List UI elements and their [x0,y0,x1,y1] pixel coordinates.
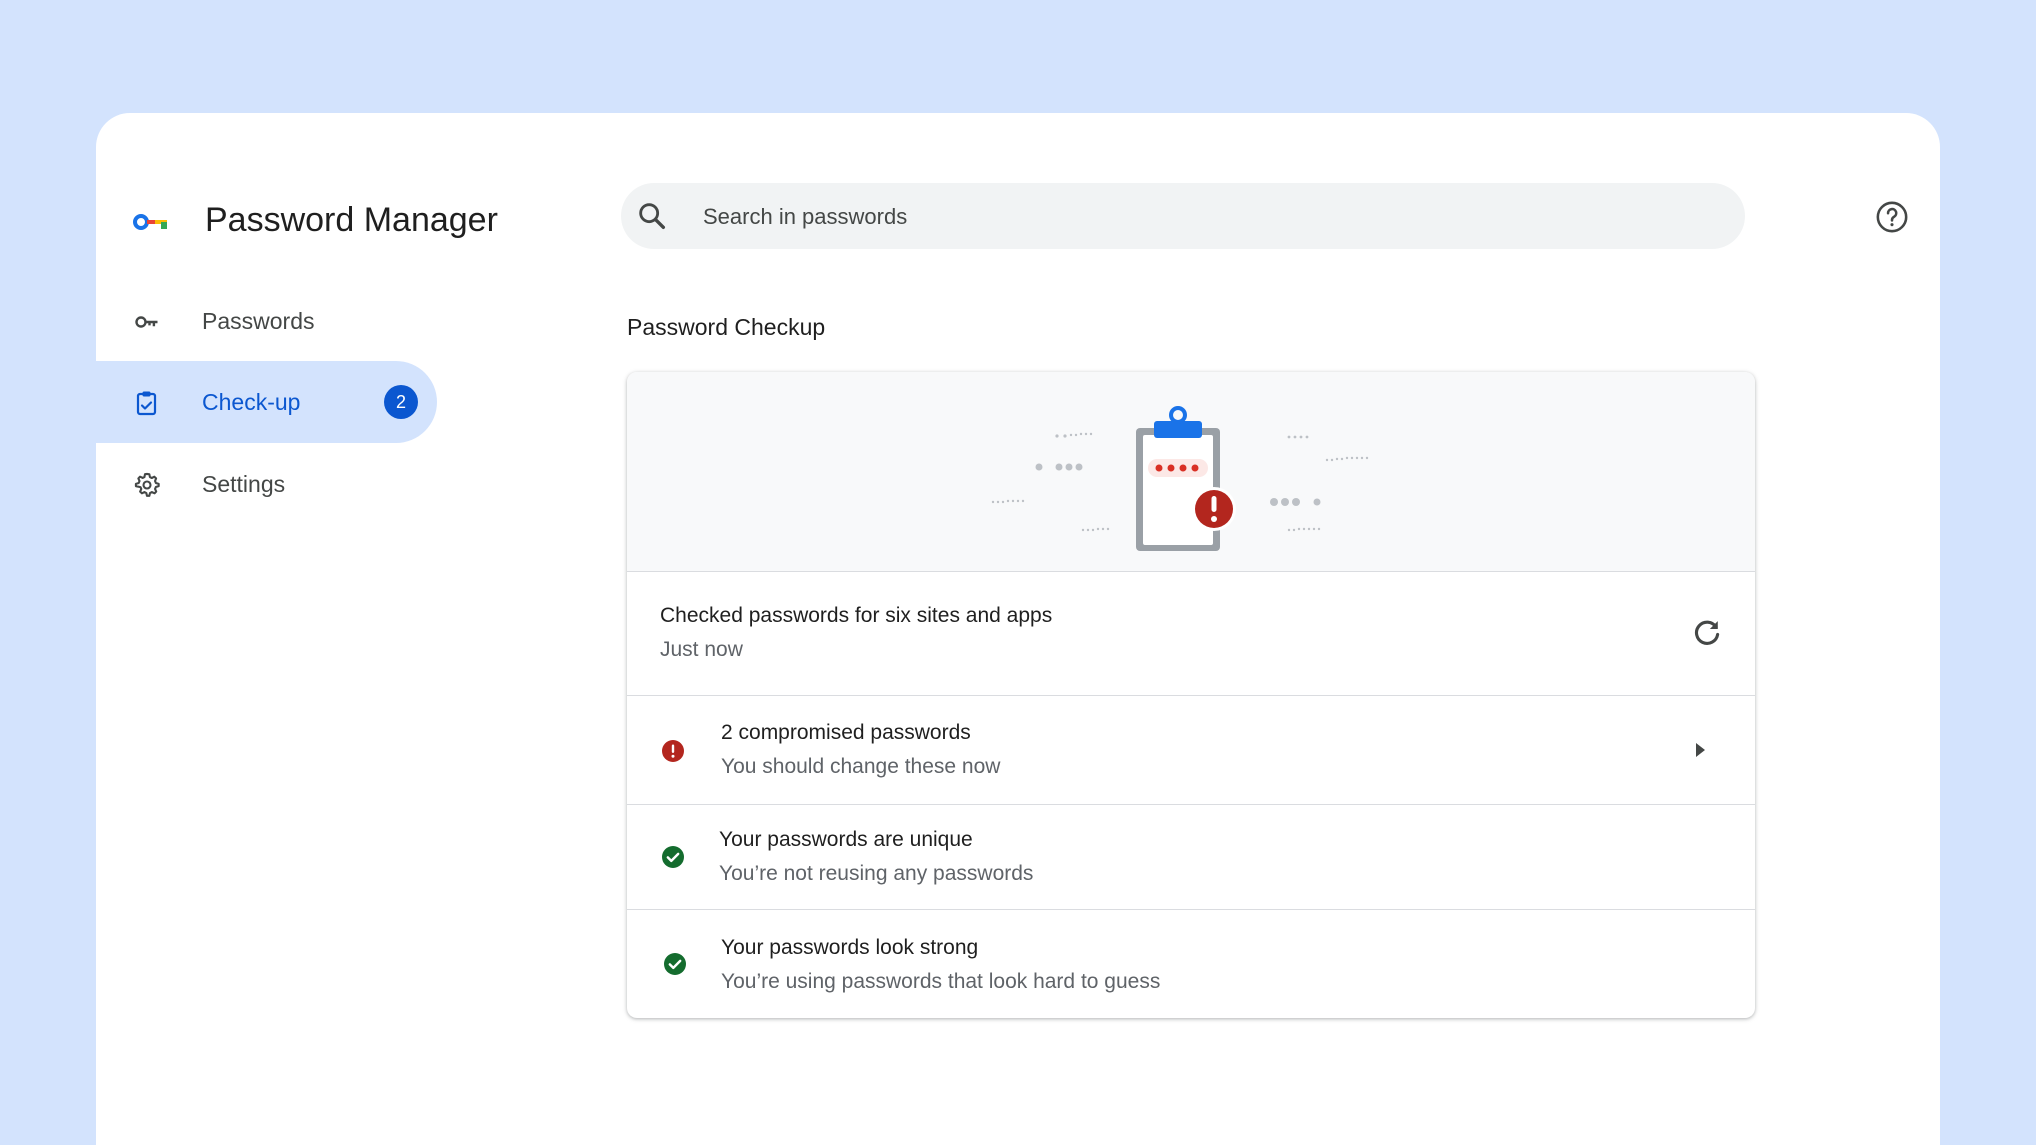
checkup-count-badge: 2 [384,385,418,419]
check-circle-icon [664,953,686,975]
check-circle-icon [662,846,684,868]
compromised-passwords-row[interactable]: 2 compromised passwords You should chang… [627,696,1755,805]
status-title: Checked passwords for six sites and apps [660,604,1053,627]
sidebar-item-label: Check-up [202,389,301,415]
refresh-icon[interactable] [1690,616,1724,650]
section-title: Password Checkup [627,314,826,340]
app-title: Password Manager [205,201,498,239]
check-title: 2 compromised passwords [721,721,971,744]
help-icon[interactable] [1875,200,1909,234]
sidebar-item-passwords[interactable]: Passwords [96,280,437,362]
check-subtitle: You should change these now [721,755,1001,778]
sidebar-item-label: Passwords [202,308,315,334]
error-icon [662,740,684,762]
search-input[interactable] [701,183,1705,251]
clipboard-check-icon [136,391,157,416]
search-bar[interactable] [621,183,1745,251]
check-subtitle: You’re using passwords that look hard to… [721,970,1161,993]
sidebar-item-label: Settings [202,471,286,497]
checkup-banner [627,372,1755,572]
unique-passwords-row: Your passwords are unique You’re not reu… [627,805,1755,910]
password-manager-logo-icon [133,214,167,230]
sidebar-item-check-up[interactable]: Check-up 2 [96,361,437,443]
check-title: Your passwords are unique [719,828,973,851]
strong-passwords-row: Your passwords look strong You’re using … [627,910,1755,1018]
clipboard-warning-illustration-icon [991,406,1369,551]
gear-icon [134,472,160,497]
check-title: Your passwords look strong [721,936,979,959]
app-window: Password Manager Passwords Check-up 2 [96,113,1940,1145]
chevron-right-icon[interactable] [1693,741,1707,759]
check-subtitle: You’re not reusing any passwords [719,862,1034,885]
sidebar-item-settings[interactable]: Settings [96,443,437,525]
search-icon [639,203,666,230]
key-icon [135,316,158,328]
status-timestamp: Just now [660,638,743,661]
checkup-card: Checked passwords for six sites and apps… [627,372,1755,1018]
checkup-status-row: Checked passwords for six sites and apps… [627,572,1755,696]
